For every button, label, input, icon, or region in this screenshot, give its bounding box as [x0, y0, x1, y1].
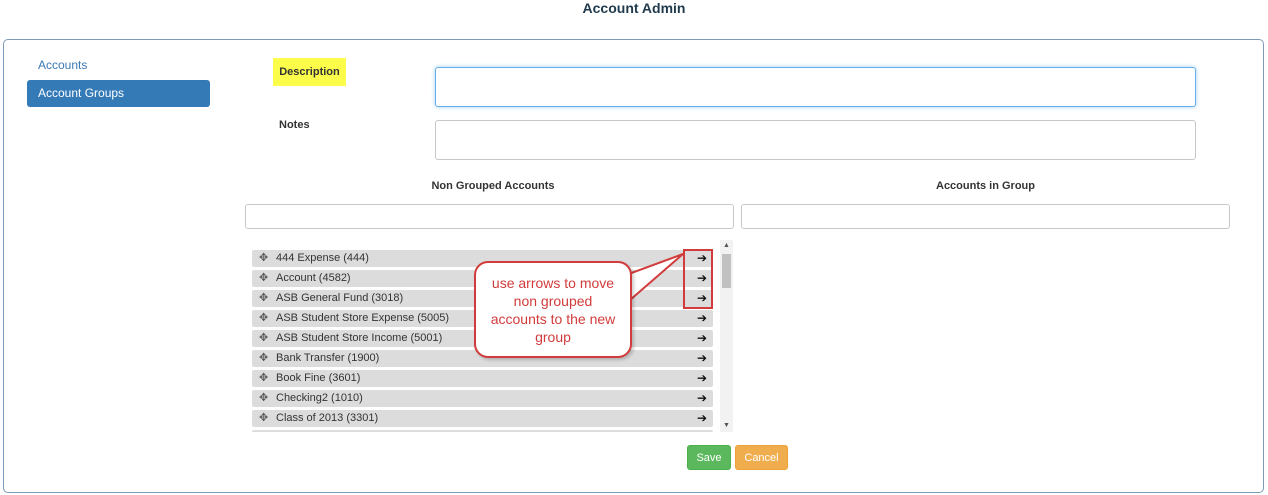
move-icon[interactable]: ✥ [259, 270, 268, 287]
arrow-right-icon[interactable]: ➔ [697, 410, 707, 427]
list-item-label: ASB General Fund (3018) [276, 292, 404, 304]
move-icon[interactable]: ✥ [259, 330, 268, 347]
arrow-right-icon[interactable]: ➔ [697, 330, 707, 347]
list-scrollbar[interactable]: ▲ ▼ [720, 240, 733, 432]
list-item[interactable]: ✥ Checking2 (1010) ➔ [252, 390, 713, 407]
arrow-highlight-box [683, 249, 713, 309]
sidebar-item-account-groups[interactable]: Account Groups [27, 80, 210, 107]
annotation-callout: use arrows to move non grouped accounts … [474, 261, 632, 358]
move-icon[interactable]: ✥ [259, 370, 268, 387]
arrow-right-icon[interactable]: ➔ [697, 350, 707, 367]
notes-label: Notes [279, 119, 310, 131]
list-item-label: 444 Expense (444) [276, 252, 369, 264]
cancel-button[interactable]: Cancel [735, 445, 788, 470]
list-item-label: Account (4582) [276, 272, 351, 284]
arrow-right-icon[interactable]: ➔ [697, 310, 707, 327]
move-icon[interactable]: ✥ [259, 250, 268, 267]
description-label: Description [273, 58, 346, 86]
list-item-label: ASB Student Store Income (5001) [276, 332, 443, 344]
arrow-right-icon[interactable]: ➔ [697, 370, 707, 387]
scroll-down-icon[interactable]: ▼ [720, 420, 733, 432]
move-icon[interactable]: ✥ [259, 390, 268, 407]
sidebar-item-accounts[interactable]: Accounts [38, 58, 87, 72]
move-icon[interactable]: ✥ [259, 310, 268, 327]
non-grouped-filter-input[interactable] [245, 204, 734, 229]
list-item-label: Class of 2013 (3301) [276, 412, 379, 424]
list-item[interactable]: ✥ Book Fine (3601) ➔ [252, 370, 713, 387]
in-group-filter-input[interactable] [741, 204, 1230, 229]
list-item-label: ASB Student Store Expense (5005) [276, 312, 450, 324]
list-item[interactable]: ✥ Class of 2013 (3301) ➔ [252, 410, 713, 427]
notes-field[interactable] [435, 120, 1196, 160]
non-grouped-header: Non Grouped Accounts [431, 180, 555, 192]
list-item-partial[interactable] [252, 430, 713, 432]
description-field[interactable] [435, 67, 1196, 107]
move-icon[interactable]: ✥ [259, 290, 268, 307]
page-title: Account Admin [582, 0, 686, 16]
arrow-right-icon[interactable]: ➔ [697, 390, 707, 407]
in-group-header: Accounts in Group [936, 180, 1035, 192]
scroll-thumb[interactable] [722, 254, 731, 288]
list-item-label: Checking2 (1010) [276, 392, 363, 404]
scroll-up-icon[interactable]: ▲ [720, 240, 733, 252]
list-item-label: Book Fine (3601) [276, 372, 361, 384]
list-item-label: Bank Transfer (1900) [276, 352, 380, 364]
move-icon[interactable]: ✥ [259, 410, 268, 427]
move-icon[interactable]: ✥ [259, 350, 268, 367]
save-button[interactable]: Save [687, 445, 731, 470]
